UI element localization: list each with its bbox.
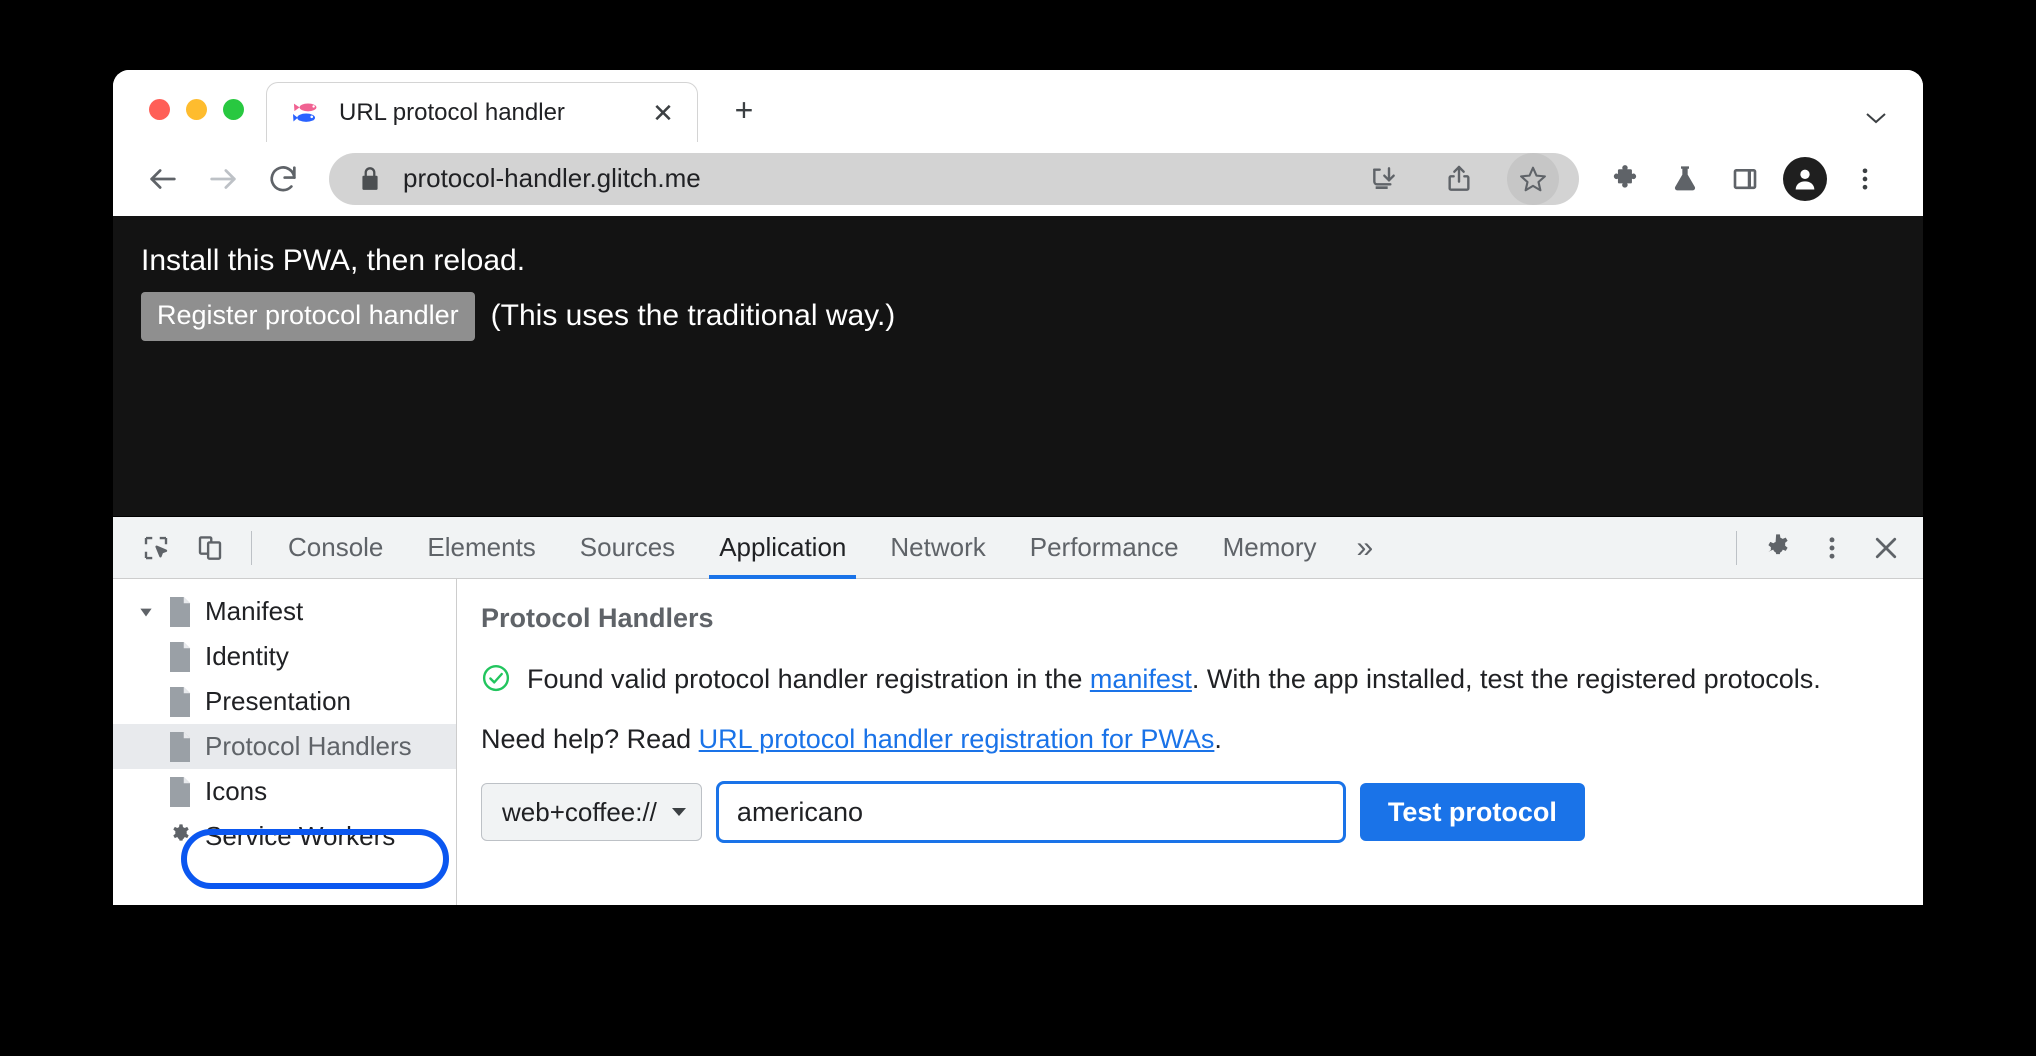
test-protocol-button[interactable]: Test protocol: [1359, 783, 1585, 842]
reload-button[interactable]: [255, 151, 311, 207]
protocol-scheme-select[interactable]: web+coffee://: [481, 783, 702, 842]
share-icon[interactable]: [1433, 153, 1485, 205]
devtools-kebab-menu-icon[interactable]: [1805, 521, 1859, 575]
sidebar-label-manifest: Manifest: [205, 596, 304, 626]
sidebar-label-identity: Identity: [205, 641, 289, 671]
protocol-test-form: web+coffee:// Test protocol: [481, 781, 1893, 844]
toolbar-divider: [251, 530, 252, 565]
browser-tab-url-protocol-handler[interactable]: URL protocol handler ✕: [266, 82, 698, 142]
status-text-after: . With the app installed, test the regis…: [1191, 664, 1821, 694]
experiments-flask-icon[interactable]: [1657, 151, 1713, 207]
devtools-tab-memory[interactable]: Memory: [1201, 517, 1339, 579]
page-content-pwa-banner: Install this PWA, then reload. Register …: [113, 216, 1923, 516]
sidebar-item-identity[interactable]: Identity: [113, 634, 456, 679]
devtools-toolbar-right: [1722, 521, 1913, 575]
devtools-tab-bar: Console Elements Sources Application Net…: [113, 517, 1923, 579]
sidebar-label-presentation: Presentation: [205, 686, 351, 716]
settings-gear-icon[interactable]: [1751, 521, 1805, 575]
back-button[interactable]: [135, 151, 191, 207]
device-toolbar-icon[interactable]: [183, 521, 237, 575]
file-icon: [167, 641, 193, 672]
forward-button: [195, 151, 251, 207]
sidebar-item-protocol-handlers[interactable]: Protocol Handlers: [113, 724, 456, 769]
pwa-action-row: Register protocol handler (This uses the…: [135, 291, 1923, 341]
protocol-value-input[interactable]: [715, 781, 1346, 844]
devtools-sidebar-tree: Manifest Identity Presentation Protocol …: [113, 579, 457, 905]
address-bar-url: protocol-handler.glitch.me: [403, 163, 701, 193]
profile-avatar-icon[interactable]: [1783, 156, 1827, 201]
toolbar-divider-right: [1736, 530, 1737, 565]
page-title: Protocol Handlers: [481, 603, 714, 633]
sidebar-item-icons[interactable]: Icons: [113, 769, 456, 814]
fish-favicon: [293, 98, 323, 128]
protocol-handlers-panel: Protocol Handlers Found valid protocol h…: [457, 579, 1923, 905]
close-devtools-icon[interactable]: [1859, 521, 1913, 575]
devtools-tab-console[interactable]: Console: [266, 517, 405, 579]
window-traffic-lights: [113, 99, 266, 142]
help-text-after: .: [1214, 724, 1222, 755]
devtools-body: Manifest Identity Presentation Protocol …: [113, 579, 1923, 905]
status-message-text: Found valid protocol handler registratio…: [527, 660, 1821, 698]
protocol-scheme-value: web+coffee://: [502, 796, 657, 827]
pwa-note-text: (This uses the traditional way.): [490, 299, 896, 332]
lock-icon: [359, 166, 381, 192]
more-tabs-icon[interactable]: »: [1339, 531, 1392, 565]
devtools-tab-sources[interactable]: Sources: [558, 517, 697, 579]
devtools-tab-elements[interactable]: Elements: [405, 517, 557, 579]
devtools-tab-application[interactable]: Application: [697, 517, 868, 579]
minimize-window-button[interactable]: [186, 99, 207, 120]
devtools-tab-performance[interactable]: Performance: [1008, 517, 1201, 579]
chrome-menu-icon[interactable]: [1837, 151, 1893, 207]
close-window-button[interactable]: [149, 99, 170, 120]
chevron-down-icon: [671, 804, 687, 820]
tab-title: URL protocol handler: [339, 98, 565, 126]
screen-backdrop: URL protocol handler ✕ + protocol-handle…: [0, 0, 2036, 1056]
extensions-puzzle-icon[interactable]: [1597, 151, 1653, 207]
maximize-window-button[interactable]: [223, 99, 244, 120]
help-text-before: Need help? Read: [481, 724, 699, 755]
pwa-docs-link[interactable]: URL protocol handler registration for PW…: [699, 724, 1215, 754]
close-tab-icon[interactable]: ✕: [647, 100, 679, 126]
file-icon: [167, 776, 193, 807]
sidebar-item-service-workers[interactable]: Service Workers: [113, 814, 456, 859]
status-text-before: Found valid protocol handler registratio…: [527, 664, 1090, 694]
manifest-link[interactable]: manifest: [1090, 664, 1192, 694]
devtools-tab-network[interactable]: Network: [868, 517, 1007, 579]
green-check-circle-icon: [481, 663, 511, 698]
manifest-file-icon: [167, 596, 193, 627]
sidebar-label-icons: Icons: [205, 776, 268, 806]
sidebar-item-manifest[interactable]: Manifest: [113, 589, 456, 634]
expand-arrow-icon[interactable]: [131, 603, 161, 621]
bookmark-star-icon[interactable]: [1507, 152, 1559, 205]
file-icon: [167, 731, 193, 762]
sidebar-item-presentation[interactable]: Presentation: [113, 679, 456, 724]
register-protocol-handler-button[interactable]: Register protocol handler: [141, 291, 475, 341]
gear-icon: [167, 822, 193, 852]
sidebar-label-service-workers: Service Workers: [205, 821, 396, 851]
tab-strip: URL protocol handler ✕ +: [113, 70, 1923, 142]
inspect-element-icon[interactable]: [129, 521, 183, 575]
file-icon: [167, 686, 193, 717]
install-icon[interactable]: [1359, 153, 1411, 205]
devtools-panel: Console Elements Sources Application Net…: [113, 516, 1923, 905]
pwa-install-heading: Install this PWA, then reload.: [141, 244, 526, 277]
status-message-row: Found valid protocol handler registratio…: [481, 660, 1893, 698]
sidebar-label-protocol-handlers: Protocol Handlers: [205, 731, 412, 761]
browser-toolbar: protocol-handler.glitch.me: [113, 142, 1923, 216]
browser-window: URL protocol handler ✕ + protocol-handle…: [113, 70, 1923, 905]
help-message-text: Need help? Read URL protocol handler reg…: [481, 724, 1893, 755]
address-bar[interactable]: protocol-handler.glitch.me: [329, 152, 1579, 205]
new-tab-button[interactable]: +: [716, 82, 772, 138]
chevron-down-icon[interactable]: [1863, 106, 1889, 132]
side-panel-icon[interactable]: [1717, 151, 1773, 207]
